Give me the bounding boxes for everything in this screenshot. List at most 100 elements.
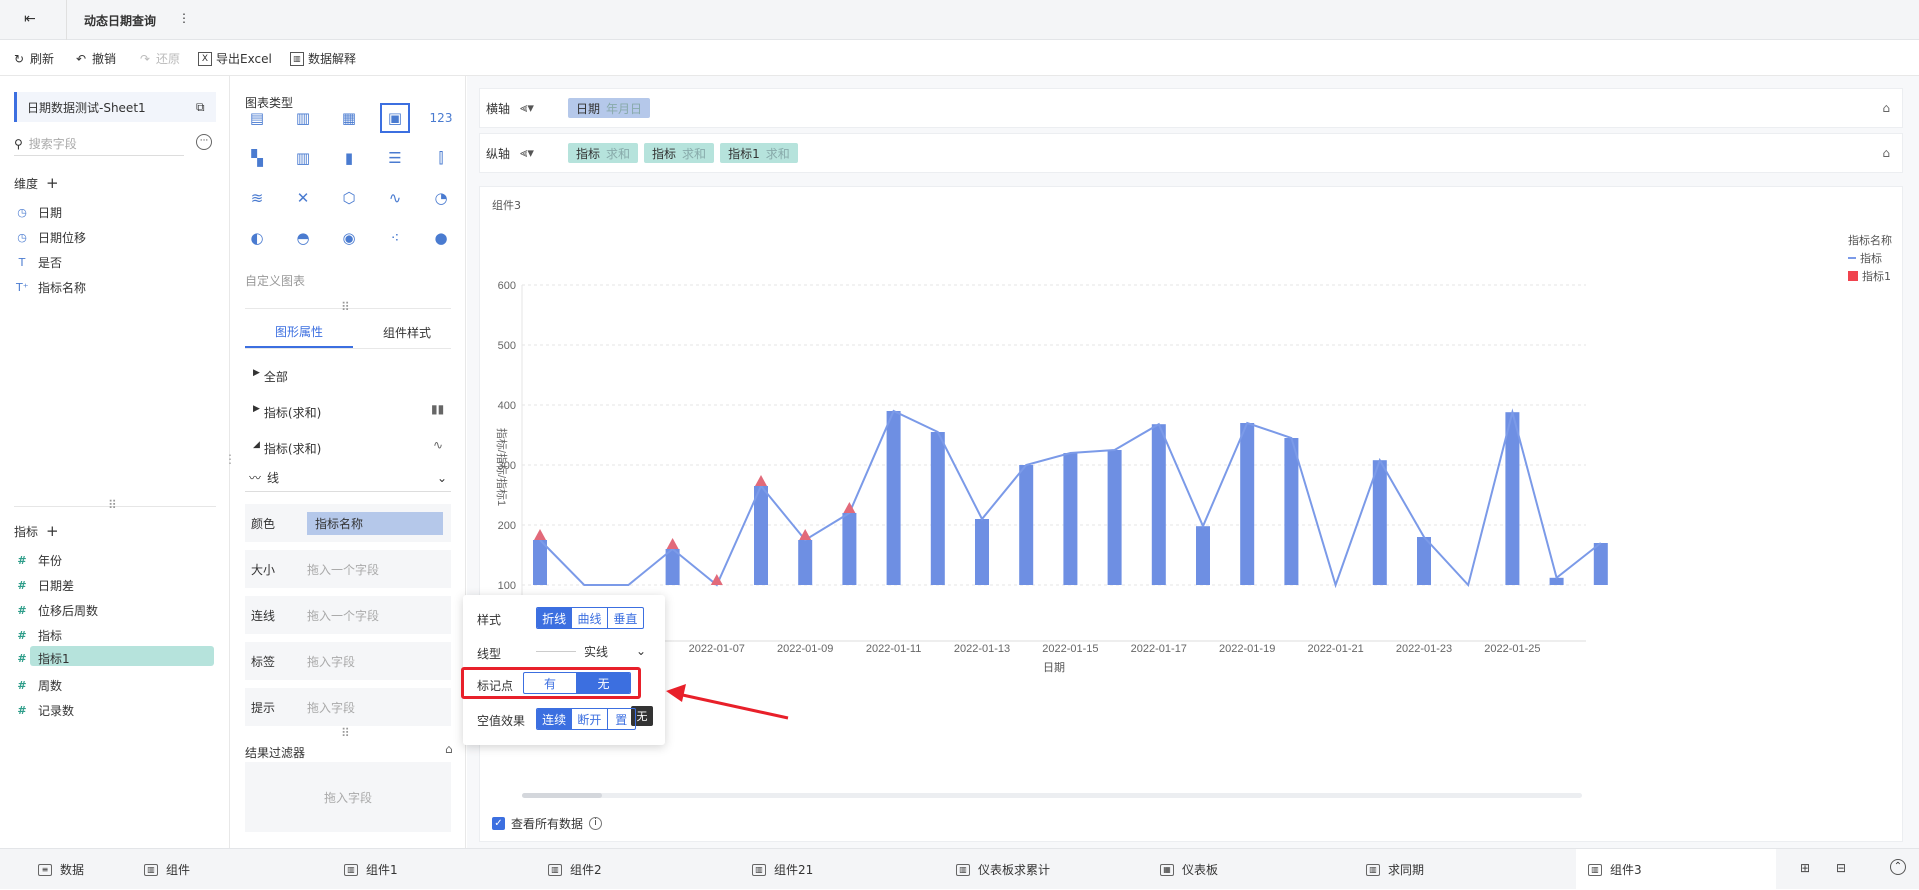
style-option-vertical[interactable]: 垂直 xyxy=(608,608,643,628)
legend-item[interactable]: 指标1 xyxy=(1848,268,1891,284)
bar-chart-icon[interactable]: ▮ xyxy=(337,146,361,170)
linetype-select[interactable]: 实线 ⌄ xyxy=(536,641,646,661)
prop-color[interactable]: 颜色 指标名称 xyxy=(245,504,451,542)
prop-label-field[interactable]: 标签 拖入字段 xyxy=(245,642,451,680)
filter-drop-zone[interactable]: 拖入字段 xyxy=(245,762,451,832)
rose-chart-icon[interactable]: ◓ xyxy=(291,226,315,250)
tree-item-all[interactable]: ▶ 全部 xyxy=(253,368,288,385)
search-input[interactable]: 搜索字段 xyxy=(29,135,77,152)
lock-icon[interactable]: ⌂ xyxy=(1882,101,1890,115)
measure-item[interactable]: # 记录数 xyxy=(16,702,74,719)
radar-chart-icon[interactable]: ✕ xyxy=(291,186,315,210)
more-options-icon[interactable]: ··· xyxy=(196,134,212,150)
grouped-bar-chart-icon[interactable]: ▚ xyxy=(245,146,269,170)
tree-item-measure-bar[interactable]: ▶ 指标(求和) xyxy=(253,404,321,421)
prop-tooltip[interactable]: 提示 拖入字段 xyxy=(245,688,451,726)
measure-item[interactable]: # 日期差 xyxy=(16,577,74,594)
kpi-chart-icon[interactable]: 123 xyxy=(429,106,453,130)
tab-component-style[interactable]: 组件样式 xyxy=(353,316,461,348)
export-excel-button[interactable]: X 导出Excel xyxy=(198,50,272,67)
dataset-selector[interactable]: 日期数据测试-Sheet1 xyxy=(14,92,216,122)
range-bar-chart-icon[interactable]: ☰ xyxy=(383,146,407,170)
lock-icon[interactable]: ⌂ xyxy=(445,742,453,756)
null-option-set[interactable]: 置 xyxy=(608,709,635,729)
bubble-chart-icon[interactable]: ● xyxy=(429,226,453,250)
gauge-chart-icon[interactable]: ◔ xyxy=(429,186,453,210)
sheet-tab[interactable]: ▥ 组件2 xyxy=(548,849,602,890)
line-wave-chart-icon[interactable]: ≋ xyxy=(245,186,269,210)
sheet-tab[interactable]: ▦ 仪表板 xyxy=(1160,849,1218,890)
tree-item-measure-line[interactable]: ◢ 指标(求和) xyxy=(253,440,321,457)
y-axis-field-pill[interactable]: 指标1 求和 xyxy=(720,143,798,163)
prop-connect[interactable]: 连线 拖入一个字段 xyxy=(245,596,451,634)
lock-icon[interactable]: ⌂ xyxy=(1882,146,1890,160)
null-option-continuous[interactable]: 连续 xyxy=(537,709,573,729)
drag-handle-icon[interactable]: ⠿ xyxy=(341,726,350,740)
more-icon[interactable]: ⋮ xyxy=(178,11,190,25)
collapse-up-icon[interactable]: ⌃ xyxy=(1890,859,1906,875)
dimension-item[interactable]: ◷ 日期 xyxy=(16,204,62,221)
measure-item[interactable]: # 周数 xyxy=(16,677,62,694)
dimension-item[interactable]: T⁺ 指标名称 xyxy=(16,279,86,296)
sheet-tab[interactable]: ▥ 求同期 xyxy=(1366,849,1424,890)
prop-size[interactable]: 大小 拖入一个字段 xyxy=(245,550,451,588)
shape-type-select[interactable]: 〰线 ⌄ xyxy=(245,464,451,492)
sheet-tab[interactable]: ▥ 组件1 xyxy=(344,849,398,890)
y-axis-icon[interactable]: ⫷▾ xyxy=(520,146,568,161)
dimension-item[interactable]: T 是否 xyxy=(16,254,62,271)
sheet-tab[interactable]: ▥ 组件21 xyxy=(752,849,813,890)
cross-table-chart-icon[interactable]: ▥ xyxy=(291,106,315,130)
sheet-tab[interactable]: ≡ 数据 xyxy=(38,849,84,890)
measure-item[interactable]: # 指标 xyxy=(16,627,62,644)
switch-dataset-icon[interactable]: ⧉ xyxy=(196,100,205,115)
style-option-curve[interactable]: 曲线 xyxy=(572,608,608,628)
y-axis-field-pill[interactable]: 指标 求和 xyxy=(644,143,715,163)
info-icon[interactable]: i xyxy=(589,817,603,830)
horizontal-scrollbar[interactable] xyxy=(522,793,1582,798)
marker-option-yes[interactable]: 有 xyxy=(524,673,578,693)
search-field[interactable]: ⚲ 搜索字段 xyxy=(14,132,184,156)
candle-chart-icon[interactable]: ⫿ xyxy=(429,146,453,170)
scatter-chart-icon[interactable]: ⁖ xyxy=(383,226,407,250)
add-measure-icon[interactable]: + xyxy=(46,522,59,540)
sheet-tab[interactable]: ▥ 组件3 xyxy=(1576,849,1776,890)
redo-button[interactable]: ↷ 还原 xyxy=(138,50,180,67)
null-option-break[interactable]: 断开 xyxy=(572,709,608,729)
measure-item[interactable]: # 年份 xyxy=(16,552,62,569)
x-axis-field-pill[interactable]: 日期 年月日 xyxy=(568,98,651,118)
drag-handle-icon[interactable]: ⠿ xyxy=(341,300,350,314)
prop-color-field[interactable]: 指标名称 xyxy=(307,511,443,535)
measure-item[interactable]: # 位移后周数 xyxy=(16,602,98,619)
scrollbar-thumb[interactable] xyxy=(522,793,602,798)
stacked-bar-chart-icon[interactable]: ▥ xyxy=(291,146,315,170)
area-chart-icon[interactable]: ∿ xyxy=(383,186,407,210)
add-component-icon[interactable]: ⊞ xyxy=(1800,861,1810,875)
marker-option-no[interactable]: 无 xyxy=(577,673,630,693)
undo-button[interactable]: ↶ 撤销 xyxy=(74,50,116,67)
refresh-button[interactable]: ↻ 刷新 xyxy=(12,50,54,67)
dimension-item[interactable]: ◷ 日期位移 xyxy=(16,229,86,246)
hexagon-chart-icon[interactable]: ⬡ xyxy=(337,186,361,210)
style-segmented[interactable]: 折线 曲线 垂直 xyxy=(536,607,644,629)
pie-chart-icon[interactable]: ◐ xyxy=(245,226,269,250)
map-chart-icon[interactable]: ◉ xyxy=(337,226,361,250)
legend-item[interactable]: 指标 xyxy=(1848,250,1882,266)
sheet-tab[interactable]: ▥ 组件 xyxy=(144,849,190,890)
drag-handle-icon[interactable]: ⠿ xyxy=(108,498,117,512)
y-axis-field-pill[interactable]: 指标 求和 xyxy=(568,143,639,163)
add-dimension-icon[interactable]: + xyxy=(46,174,59,192)
checkbox-checked-icon[interactable]: ✓ xyxy=(492,817,505,830)
custom-chart-label[interactable]: 自定义图表 xyxy=(245,272,305,289)
x-axis-icon[interactable]: ⫷▾ xyxy=(520,101,568,116)
add-dashboard-icon[interactable]: ⊟ xyxy=(1836,861,1846,875)
marker-segmented[interactable]: 有 无 xyxy=(523,672,631,694)
combo-chart-icon[interactable]: ▣ xyxy=(380,103,410,133)
tab-shape-properties[interactable]: 图形属性 xyxy=(245,316,353,348)
view-all-data[interactable]: ✓ 查看所有数据 i xyxy=(492,815,603,832)
exit-icon[interactable]: ⇤ xyxy=(24,11,36,27)
data-explain-button[interactable]: ▥ 数据解释 xyxy=(290,50,356,67)
table-chart-icon[interactable]: ▤ xyxy=(245,106,269,130)
null-effect-segmented[interactable]: 连续 断开 置 xyxy=(536,708,636,730)
style-option-polyline[interactable]: 折线 xyxy=(537,608,573,628)
detail-table-chart-icon[interactable]: ▦ xyxy=(337,106,361,130)
